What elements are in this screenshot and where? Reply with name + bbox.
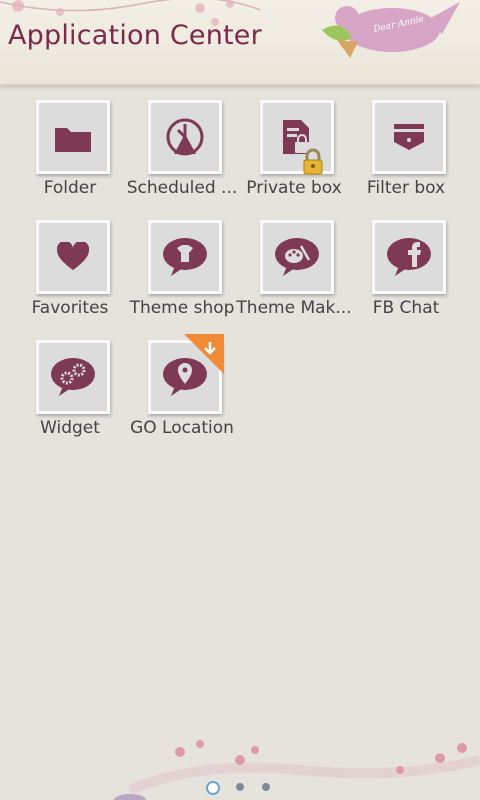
page-dot[interactable] [236, 783, 244, 791]
app-tile[interactable] [148, 100, 222, 174]
app-filter-box[interactable]: Filter box [350, 100, 462, 220]
bird-decoration-icon: Dear Annie [322, 2, 460, 58]
app-scheduled[interactable]: Scheduled ... [126, 100, 238, 220]
app-private-box[interactable]: Private box [238, 100, 350, 220]
app-tile[interactable] [372, 100, 446, 174]
app-label: FB Chat [372, 298, 440, 318]
fb-chat-icon [387, 238, 431, 276]
app-header: Application Center Dear Annie [0, 0, 480, 86]
app-tile[interactable] [148, 220, 222, 294]
app-favorites[interactable]: Favorites [14, 220, 126, 340]
app-tile[interactable] [260, 220, 334, 294]
app-theme-shop[interactable]: Theme shop [126, 220, 238, 340]
theme-maker-icon [275, 238, 319, 276]
app-fb-chat[interactable]: FB Chat [350, 220, 462, 340]
app-go-location[interactable]: GO Location [126, 334, 238, 460]
app-folder[interactable]: Folder [14, 100, 126, 220]
app-label: GO Location [130, 418, 234, 438]
filter-box-icon [394, 124, 424, 150]
lock-icon [303, 148, 323, 175]
app-tile[interactable] [36, 100, 110, 174]
page-dot[interactable] [262, 783, 270, 791]
schedule-icon [166, 118, 204, 156]
app-tile[interactable] [372, 220, 446, 294]
app-label: Filter box [366, 178, 446, 198]
page-dot-active[interactable] [206, 781, 220, 795]
download-badge-icon [184, 334, 224, 374]
widget-icon [51, 358, 95, 396]
app-theme-maker[interactable]: Theme Mak... [236, 220, 352, 340]
folder-icon [55, 128, 91, 152]
page-title: Application Center [8, 20, 262, 51]
app-tile[interactable] [36, 340, 110, 414]
page-indicator[interactable] [200, 780, 280, 795]
theme-shop-icon [163, 238, 207, 276]
app-tile[interactable] [36, 220, 110, 294]
heart-icon [56, 242, 90, 270]
app-widget[interactable]: Widget [14, 340, 126, 460]
